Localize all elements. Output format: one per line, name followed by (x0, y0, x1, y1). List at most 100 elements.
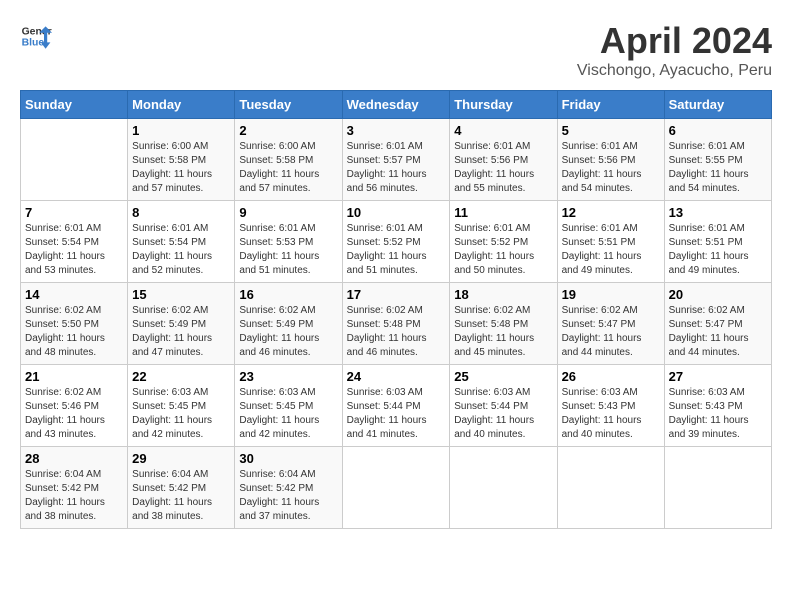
day-info: Sunrise: 6:01 AMSunset: 5:52 PMDaylight:… (454, 222, 552, 278)
day-info: Sunrise: 6:01 AMSunset: 5:56 PMDaylight:… (562, 140, 660, 196)
calendar-table: SundayMondayTuesdayWednesdayThursdayFrid… (20, 90, 772, 529)
day-info: Sunrise: 6:01 AMSunset: 5:57 PMDaylight:… (347, 140, 446, 196)
day-info: Sunrise: 6:00 AMSunset: 5:58 PMDaylight:… (239, 140, 337, 196)
day-info: Sunrise: 6:01 AMSunset: 5:54 PMDaylight:… (25, 222, 123, 278)
day-number: 17 (347, 287, 446, 302)
calendar-cell (342, 447, 450, 529)
day-number: 28 (25, 451, 123, 466)
day-number: 22 (132, 369, 230, 384)
calendar-cell: 5 Sunrise: 6:01 AMSunset: 5:56 PMDayligh… (557, 119, 664, 201)
day-number: 10 (347, 205, 446, 220)
day-number: 25 (454, 369, 552, 384)
weekday-header-row: SundayMondayTuesdayWednesdayThursdayFrid… (21, 91, 772, 119)
calendar-cell (450, 447, 557, 529)
day-number: 2 (239, 123, 337, 138)
calendar-cell: 18 Sunrise: 6:02 AMSunset: 5:48 PMDaylig… (450, 283, 557, 365)
day-info: Sunrise: 6:01 AMSunset: 5:52 PMDaylight:… (347, 222, 446, 278)
calendar-cell: 7 Sunrise: 6:01 AMSunset: 5:54 PMDayligh… (21, 201, 128, 283)
calendar-cell: 20 Sunrise: 6:02 AMSunset: 5:47 PMDaylig… (664, 283, 771, 365)
calendar-cell: 30 Sunrise: 6:04 AMSunset: 5:42 PMDaylig… (235, 447, 342, 529)
day-number: 8 (132, 205, 230, 220)
day-info: Sunrise: 6:02 AMSunset: 5:46 PMDaylight:… (25, 386, 123, 442)
location-title: Vischongo, Ayacucho, Peru (577, 62, 772, 80)
day-info: Sunrise: 6:04 AMSunset: 5:42 PMDaylight:… (132, 468, 230, 524)
calendar-cell: 11 Sunrise: 6:01 AMSunset: 5:52 PMDaylig… (450, 201, 557, 283)
calendar-cell: 24 Sunrise: 6:03 AMSunset: 5:44 PMDaylig… (342, 365, 450, 447)
day-number: 15 (132, 287, 230, 302)
day-number: 9 (239, 205, 337, 220)
day-info: Sunrise: 6:02 AMSunset: 5:48 PMDaylight:… (347, 304, 446, 360)
day-number: 4 (454, 123, 552, 138)
day-number: 14 (25, 287, 123, 302)
calendar-cell: 14 Sunrise: 6:02 AMSunset: 5:50 PMDaylig… (21, 283, 128, 365)
day-info: Sunrise: 6:01 AMSunset: 5:54 PMDaylight:… (132, 222, 230, 278)
calendar-cell: 25 Sunrise: 6:03 AMSunset: 5:44 PMDaylig… (450, 365, 557, 447)
header: General Blue April 2024 Vischongo, Ayacu… (20, 20, 772, 80)
calendar-cell: 9 Sunrise: 6:01 AMSunset: 5:53 PMDayligh… (235, 201, 342, 283)
weekday-header-thursday: Thursday (450, 91, 557, 119)
calendar-cell (664, 447, 771, 529)
calendar-cell: 28 Sunrise: 6:04 AMSunset: 5:42 PMDaylig… (21, 447, 128, 529)
day-info: Sunrise: 6:00 AMSunset: 5:58 PMDaylight:… (132, 140, 230, 196)
day-number: 7 (25, 205, 123, 220)
calendar-cell: 1 Sunrise: 6:00 AMSunset: 5:58 PMDayligh… (128, 119, 235, 201)
calendar-cell: 13 Sunrise: 6:01 AMSunset: 5:51 PMDaylig… (664, 201, 771, 283)
day-info: Sunrise: 6:02 AMSunset: 5:47 PMDaylight:… (562, 304, 660, 360)
day-info: Sunrise: 6:01 AMSunset: 5:51 PMDaylight:… (562, 222, 660, 278)
day-info: Sunrise: 6:01 AMSunset: 5:53 PMDaylight:… (239, 222, 337, 278)
calendar-cell: 27 Sunrise: 6:03 AMSunset: 5:43 PMDaylig… (664, 365, 771, 447)
weekday-header-sunday: Sunday (21, 91, 128, 119)
calendar-week-row: 28 Sunrise: 6:04 AMSunset: 5:42 PMDaylig… (21, 447, 772, 529)
day-info: Sunrise: 6:03 AMSunset: 5:44 PMDaylight:… (454, 386, 552, 442)
calendar-cell: 3 Sunrise: 6:01 AMSunset: 5:57 PMDayligh… (342, 119, 450, 201)
day-info: Sunrise: 6:02 AMSunset: 5:48 PMDaylight:… (454, 304, 552, 360)
day-number: 24 (347, 369, 446, 384)
day-number: 5 (562, 123, 660, 138)
weekday-header-wednesday: Wednesday (342, 91, 450, 119)
day-number: 30 (239, 451, 337, 466)
day-info: Sunrise: 6:01 AMSunset: 5:56 PMDaylight:… (454, 140, 552, 196)
weekday-header-friday: Friday (557, 91, 664, 119)
day-number: 1 (132, 123, 230, 138)
calendar-cell: 2 Sunrise: 6:00 AMSunset: 5:58 PMDayligh… (235, 119, 342, 201)
day-info: Sunrise: 6:03 AMSunset: 5:43 PMDaylight:… (669, 386, 767, 442)
day-info: Sunrise: 6:04 AMSunset: 5:42 PMDaylight:… (239, 468, 337, 524)
day-info: Sunrise: 6:03 AMSunset: 5:45 PMDaylight:… (132, 386, 230, 442)
calendar-cell: 6 Sunrise: 6:01 AMSunset: 5:55 PMDayligh… (664, 119, 771, 201)
calendar-cell: 15 Sunrise: 6:02 AMSunset: 5:49 PMDaylig… (128, 283, 235, 365)
day-number: 3 (347, 123, 446, 138)
day-number: 18 (454, 287, 552, 302)
day-info: Sunrise: 6:02 AMSunset: 5:47 PMDaylight:… (669, 304, 767, 360)
calendar-cell: 29 Sunrise: 6:04 AMSunset: 5:42 PMDaylig… (128, 447, 235, 529)
calendar-cell: 10 Sunrise: 6:01 AMSunset: 5:52 PMDaylig… (342, 201, 450, 283)
calendar-cell: 26 Sunrise: 6:03 AMSunset: 5:43 PMDaylig… (557, 365, 664, 447)
day-info: Sunrise: 6:03 AMSunset: 5:44 PMDaylight:… (347, 386, 446, 442)
day-number: 23 (239, 369, 337, 384)
calendar-cell: 21 Sunrise: 6:02 AMSunset: 5:46 PMDaylig… (21, 365, 128, 447)
day-number: 20 (669, 287, 767, 302)
day-info: Sunrise: 6:02 AMSunset: 5:49 PMDaylight:… (132, 304, 230, 360)
calendar-cell: 8 Sunrise: 6:01 AMSunset: 5:54 PMDayligh… (128, 201, 235, 283)
day-info: Sunrise: 6:01 AMSunset: 5:51 PMDaylight:… (669, 222, 767, 278)
day-number: 21 (25, 369, 123, 384)
calendar-cell: 22 Sunrise: 6:03 AMSunset: 5:45 PMDaylig… (128, 365, 235, 447)
logo: General Blue (20, 20, 56, 52)
day-number: 12 (562, 205, 660, 220)
day-number: 16 (239, 287, 337, 302)
weekday-header-saturday: Saturday (664, 91, 771, 119)
day-number: 11 (454, 205, 552, 220)
calendar-cell: 4 Sunrise: 6:01 AMSunset: 5:56 PMDayligh… (450, 119, 557, 201)
day-info: Sunrise: 6:02 AMSunset: 5:50 PMDaylight:… (25, 304, 123, 360)
day-number: 13 (669, 205, 767, 220)
calendar-cell: 23 Sunrise: 6:03 AMSunset: 5:45 PMDaylig… (235, 365, 342, 447)
day-number: 27 (669, 369, 767, 384)
logo-icon: General Blue (20, 20, 52, 52)
calendar-week-row: 21 Sunrise: 6:02 AMSunset: 5:46 PMDaylig… (21, 365, 772, 447)
calendar-week-row: 1 Sunrise: 6:00 AMSunset: 5:58 PMDayligh… (21, 119, 772, 201)
weekday-header-tuesday: Tuesday (235, 91, 342, 119)
day-info: Sunrise: 6:02 AMSunset: 5:49 PMDaylight:… (239, 304, 337, 360)
calendar-cell (21, 119, 128, 201)
day-number: 19 (562, 287, 660, 302)
day-number: 29 (132, 451, 230, 466)
day-info: Sunrise: 6:01 AMSunset: 5:55 PMDaylight:… (669, 140, 767, 196)
